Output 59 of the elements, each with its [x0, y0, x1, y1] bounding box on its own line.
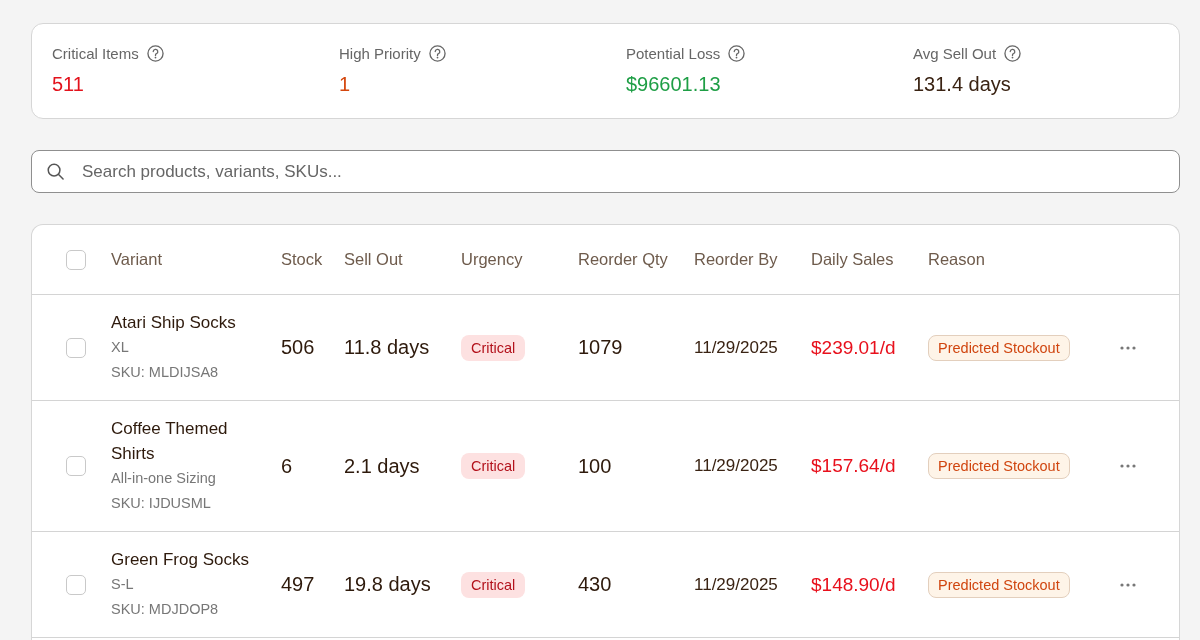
stat-value: 511: [52, 72, 85, 97]
reorder-qty-cell: 1079: [578, 336, 623, 359]
ellipsis-icon: [1120, 582, 1136, 587]
reason-badge: Predicted Stockout: [928, 334, 1070, 361]
sku-text: SKU: MLDIJSA8: [111, 363, 219, 382]
product-name: Coffee Themed Shirts: [111, 418, 229, 465]
daily-sales-cell: $148.90/d: [811, 573, 896, 596]
sku-text: SKU: IJDUSML: [111, 494, 211, 513]
stat-label: Critical Items: [52, 44, 139, 62]
variant-option: S-L: [111, 572, 134, 597]
row-checkbox[interactable]: [66, 337, 86, 358]
row-checkbox[interactable]: [66, 574, 86, 595]
help-icon[interactable]: [146, 44, 164, 62]
column-header: Variant: [111, 250, 163, 269]
column-header: Reason: [928, 250, 985, 269]
urgency-badge: Critical: [461, 453, 526, 479]
column-header: Daily Sales: [811, 250, 894, 269]
search-icon: [47, 163, 64, 180]
reason-badge: Predicted Stockout: [928, 453, 1070, 479]
row-checkbox[interactable]: [66, 456, 86, 476]
reason-badge: Predicted Stockout: [928, 571, 1070, 598]
stat-value: 131.4 days: [913, 72, 1012, 97]
reorder-date-cell: 11/29/2025: [694, 574, 778, 595]
column-header: Reorder By: [694, 250, 778, 269]
column-header: Reorder Qty: [578, 250, 668, 269]
daily-sales-cell: $157.64/d: [811, 455, 896, 477]
urgency-badge: Critical: [461, 334, 526, 361]
search-field[interactable]: Search products, variants, SKUs...: [31, 150, 1180, 193]
column-header: Urgency: [461, 250, 523, 269]
ellipsis-icon: [1120, 345, 1136, 350]
sell-out-cell: 11.8 days: [344, 336, 430, 359]
stat-label: High Priority: [339, 44, 421, 62]
reorder-qty-cell: 430: [578, 573, 612, 596]
variant-option: XL: [111, 335, 129, 360]
product-name: Atari Ship Socks: [111, 312, 236, 334]
stock-cell: 506: [281, 336, 315, 359]
stat-value: 1: [339, 72, 352, 97]
help-icon[interactable]: [428, 44, 446, 62]
urgency-badge: Critical: [461, 571, 526, 598]
column-header: Sell Out: [344, 250, 403, 269]
stat-value: $96601.13: [626, 72, 722, 97]
sell-out-cell: 2.1 days: [344, 454, 420, 478]
sell-out-cell: 19.8 days: [344, 573, 431, 596]
stock-cell: 6: [281, 454, 293, 478]
reorder-date-cell: 11/29/2025: [694, 337, 778, 358]
column-header: Stock: [281, 250, 323, 269]
reorder-date-cell: 11/29/2025: [694, 456, 778, 476]
product-name: Green Frog Socks: [111, 549, 249, 571]
stock-cell: 497: [281, 573, 315, 596]
sku-text: SKU: MDJDOP8: [111, 600, 219, 619]
ellipsis-icon: [1120, 464, 1136, 468]
stat-label: Potential Loss: [626, 44, 721, 62]
stat-label: Avg Sell Out: [913, 44, 997, 62]
daily-sales-cell: $239.01/d: [811, 336, 896, 359]
select-all-checkbox[interactable]: [66, 249, 86, 270]
variant-option: All-in-one Sizing: [111, 466, 216, 491]
help-icon[interactable]: [728, 44, 746, 62]
help-icon[interactable]: [1004, 44, 1022, 62]
reorder-qty-cell: 100: [578, 454, 612, 478]
